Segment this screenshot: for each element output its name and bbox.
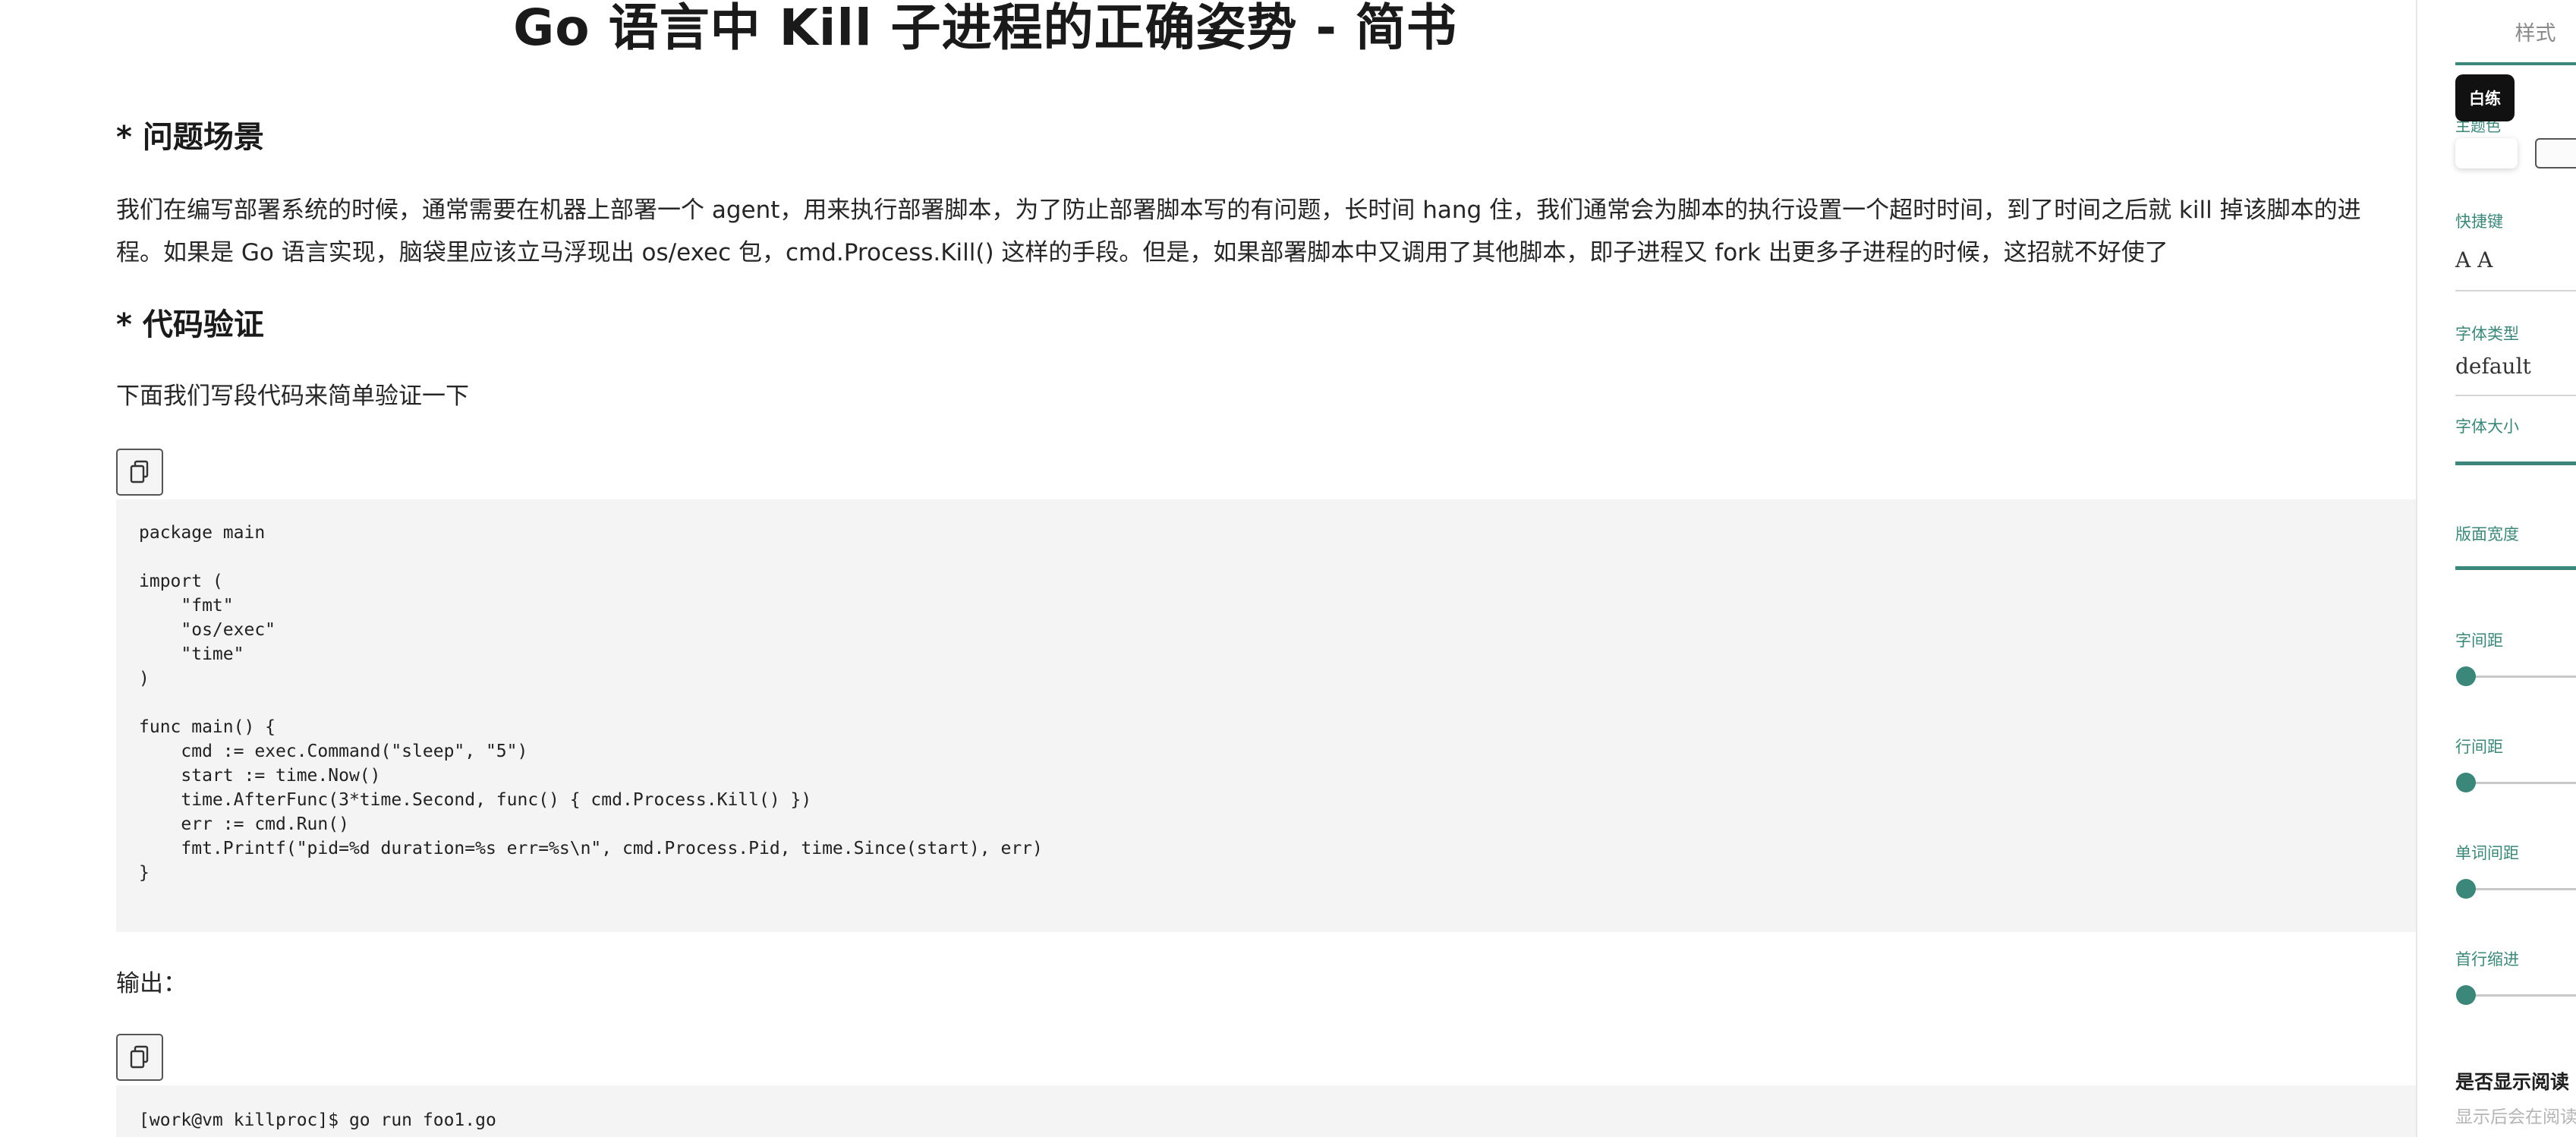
code-block: package main import ( "fmt" "os/exec" "t… xyxy=(116,499,2416,932)
font-size-label: 字体大小 xyxy=(2455,417,2519,436)
section-heading-code: * 代码验证 xyxy=(116,307,264,342)
line-spacing-track[interactable] xyxy=(2464,782,2576,784)
indent-track[interactable] xyxy=(2464,994,2576,997)
copy-icon xyxy=(130,1045,149,1069)
code-line: fmt.Printf("pid=%d duration=%s err=%s\n"… xyxy=(139,839,1043,858)
font-size-bar[interactable] xyxy=(2455,461,2576,465)
page-width-label: 版面宽度 xyxy=(2455,525,2519,543)
intro-paragraph: 下面我们写段代码来简单验证一下 xyxy=(116,383,469,410)
code-line: time.AfterFunc(3*time.Second, func() { c… xyxy=(139,790,812,810)
show-reading-hint: 显示后会在阅读 xyxy=(2455,1107,2576,1127)
section-heading-problem: * 问题场景 xyxy=(116,120,264,155)
indent-label: 首行缩进 xyxy=(2455,950,2519,968)
code-line: package main xyxy=(139,523,266,543)
indent-knob[interactable] xyxy=(2456,985,2476,1005)
word-spacing-track[interactable] xyxy=(2464,888,2576,890)
code-line: "fmt" xyxy=(139,596,234,616)
page-width-bar[interactable] xyxy=(2455,566,2576,570)
paragraph-line: 程。如果是 Go 语言实现，脑袋里应该立马浮现出 os/exec 包，cmd.P… xyxy=(116,239,2168,266)
letter-spacing-knob[interactable] xyxy=(2456,666,2476,686)
divider xyxy=(2455,395,2576,396)
line-spacing-label: 行间距 xyxy=(2455,738,2503,756)
tab-style[interactable]: 样式 xyxy=(2417,17,2576,46)
code-line: err := cmd.Run() xyxy=(139,814,349,834)
copy-output-button[interactable] xyxy=(116,1034,163,1081)
reader-page: Go 语言中 Kill 子进程的正确姿势 - 简书 * 问题场景 我们在编写部署… xyxy=(0,0,2576,1137)
theme-tooltip: 白练 xyxy=(2455,74,2515,121)
shortcut-value[interactable]: A A xyxy=(2455,247,2493,272)
code-line: cmd := exec.Command("sleep", "5") xyxy=(139,742,528,761)
word-spacing-knob[interactable] xyxy=(2456,879,2476,899)
style-settings-panel: 样式 主题色 白练 快捷键 A A 字体类型 default 字体大小 版面宽度… xyxy=(2416,0,2576,1137)
tab-active-indicator xyxy=(2455,62,2576,65)
code-line: ) xyxy=(139,669,150,688)
paragraph-line: 我们在编写部署系统的时候，通常需要在机器上部署一个 agent，用来执行部署脚本… xyxy=(116,197,2361,224)
page-title: Go 语言中 Kill 子进程的正确姿势 - 简书 xyxy=(513,0,1457,57)
copy-code-button[interactable] xyxy=(116,449,163,496)
shortcut-label: 快捷键 xyxy=(2455,213,2503,231)
show-reading-label: 是否显示阅读 xyxy=(2455,1071,2570,1093)
code-line: } xyxy=(139,863,150,883)
code-line: func main() { xyxy=(139,717,276,737)
code-line: "os/exec" xyxy=(139,620,276,640)
article: Go 语言中 Kill 子进程的正确姿势 - 简书 * 问题场景 我们在编写部署… xyxy=(116,0,2416,1137)
letter-spacing-label: 字间距 xyxy=(2455,631,2503,650)
divider xyxy=(2455,290,2576,291)
copy-icon xyxy=(130,460,149,483)
font-type-label: 字体类型 xyxy=(2455,325,2519,343)
code-line: import ( xyxy=(139,572,223,591)
word-spacing-label: 单词间距 xyxy=(2455,844,2519,862)
code-line: [work@vm killproc]$ go run foo1.go xyxy=(139,1110,496,1130)
letter-spacing-track[interactable] xyxy=(2464,676,2576,678)
theme-swatch-white[interactable] xyxy=(2455,138,2518,169)
font-type-select[interactable]: default xyxy=(2455,354,2531,379)
code-line: "time" xyxy=(139,644,244,664)
code-line: start := time.Now() xyxy=(139,766,381,786)
line-spacing-knob[interactable] xyxy=(2456,773,2476,792)
theme-swatch-alt[interactable] xyxy=(2535,138,2576,169)
output-label: 输出： xyxy=(116,970,187,997)
output-code-block: [work@vm killproc]$ go run foo1.go xyxy=(116,1085,2416,1137)
